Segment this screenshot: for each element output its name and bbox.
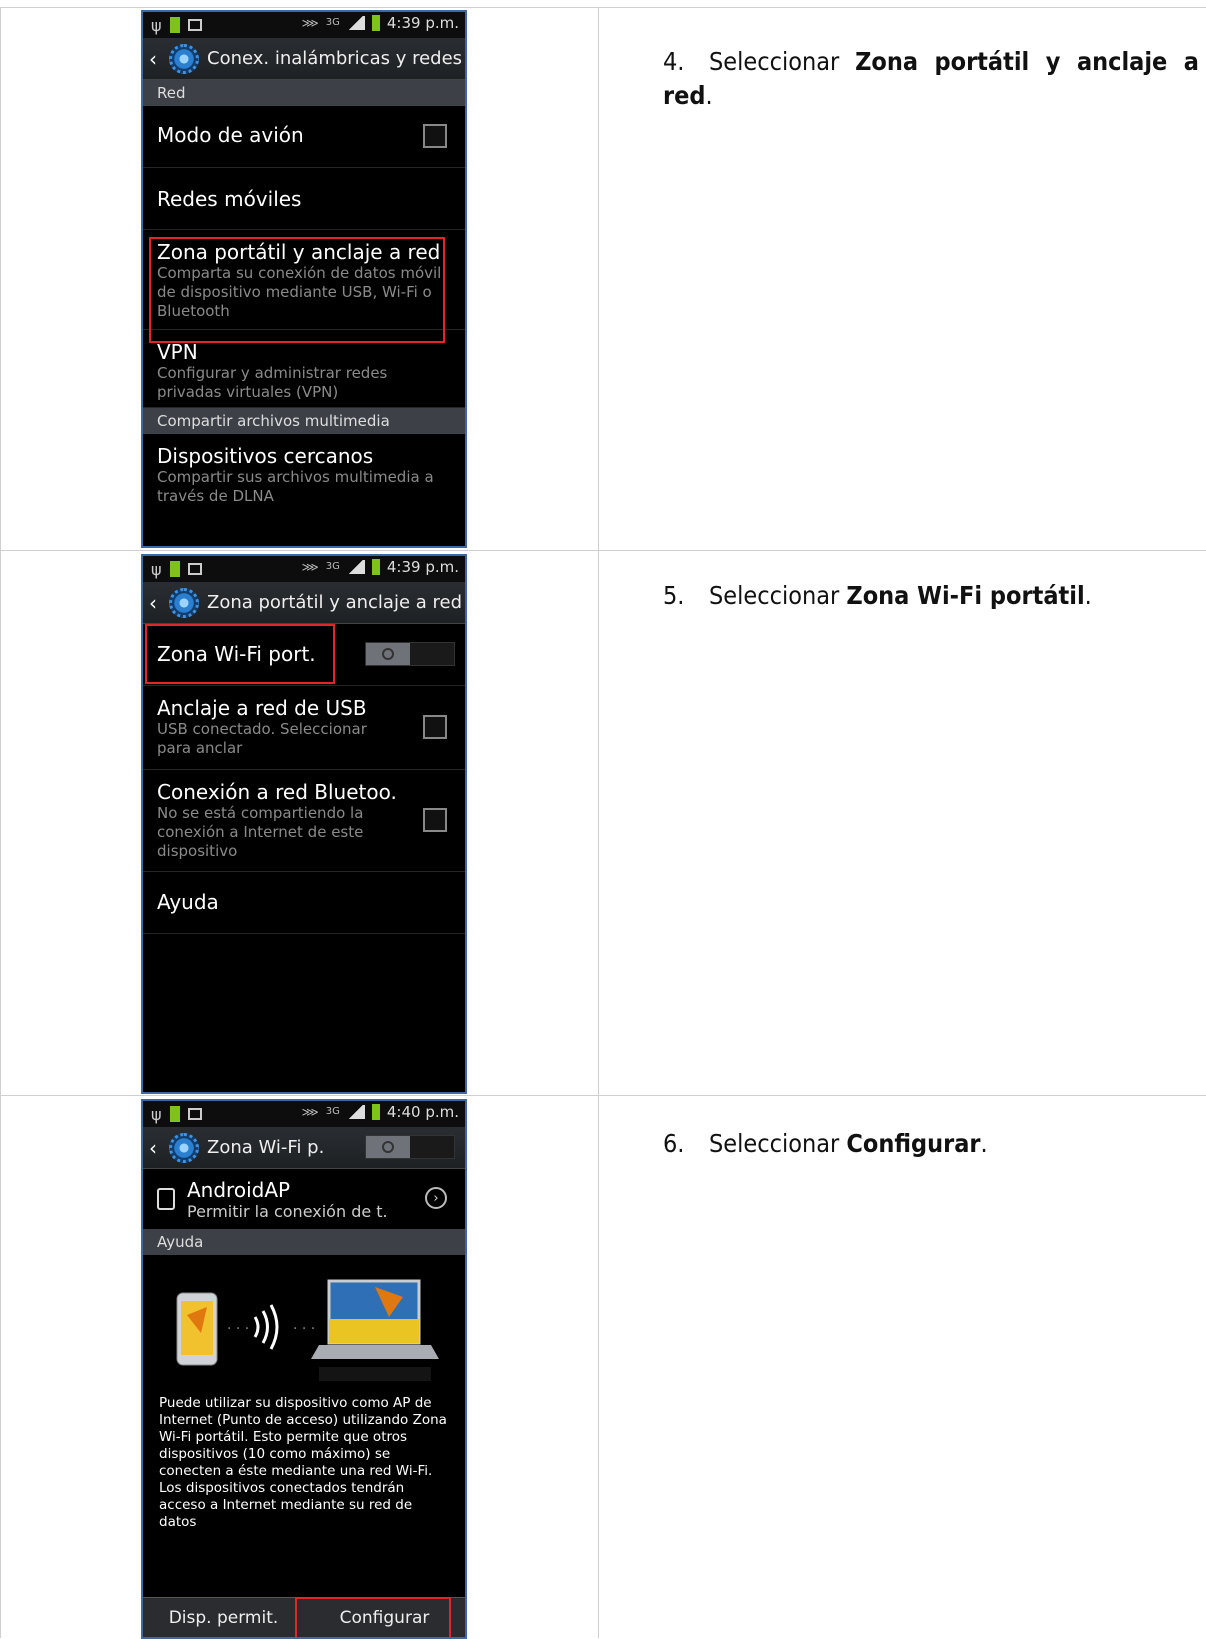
section-header-red: Red [143, 80, 465, 106]
phone-hotspot-icon [157, 1188, 175, 1210]
item-subtitle: Compartir sus archivos multimedia a trav… [157, 468, 434, 505]
bluetooth-tethering-checkbox[interactable] [423, 808, 447, 832]
list-item-androidap[interactable]: AndroidAP Permitir la conexión de t. › [143, 1169, 465, 1229]
usb-icon: ψ [151, 15, 162, 35]
usb-tethering-checkbox[interactable] [423, 715, 447, 739]
screen-title: Conex. inalámbricas y redes [207, 48, 463, 69]
list-item-airplane-mode[interactable]: Modo de avión [143, 106, 465, 168]
battery-icon [371, 15, 380, 31]
list-item-bluetooth-tethering[interactable]: Conexión a red Bluetoo. No se está compa… [143, 770, 465, 872]
back-icon[interactable]: ‹ [149, 1136, 169, 1160]
allowed-devices-button[interactable]: Disp. permit. [143, 1598, 304, 1637]
battery-full-icon [169, 561, 180, 577]
network-type: 3G [325, 561, 340, 572]
screen-share-icon [187, 19, 202, 31]
settings-gear-icon [169, 1132, 199, 1163]
section-header-help: Ayuda [143, 1229, 465, 1255]
back-icon[interactable]: ‹ [149, 591, 169, 615]
table-row: ψ ⋙ 3G 4:39 p.m. ‹ Zona portátil y ancla… [0, 550, 1206, 1095]
signal-icon [346, 16, 365, 30]
table-row: ψ ⋙ 3G 4:40 p.m. ‹ Zona Wi-Fi p. Android [0, 1095, 1206, 1639]
item-subtitle: No se está compartiendo la conexión a In… [157, 804, 364, 860]
battery-icon [371, 559, 380, 575]
item-title: Conexión a red Bluetoo. [157, 780, 397, 804]
item-subtitle: Configurar y administrar redes privadas … [157, 364, 388, 401]
wifi-hotspot-toggle[interactable] [365, 1135, 455, 1159]
item-title: Modo de avión [157, 123, 304, 147]
airplane-mode-checkbox[interactable] [423, 124, 447, 148]
help-description: Puede utilizar su dispositivo como AP de… [159, 1395, 447, 1530]
screen-share-icon [187, 1108, 202, 1120]
step-instruction: 4. Seleccionar Zona portátil y anclaje a … [663, 47, 1199, 110]
battery-full-icon [169, 1106, 180, 1122]
usb-icon: ψ [151, 559, 162, 579]
screen-share-icon [187, 563, 202, 575]
ap-subtitle: Permitir la conexión de t. [187, 1201, 388, 1221]
network-type: 3G [325, 1106, 340, 1117]
ap-name: AndroidAP [187, 1177, 291, 1202]
title-bar: ‹ Zona portátil y anclaje a red [143, 582, 465, 624]
section-header-media: Compartir archivos multimedia [143, 408, 465, 434]
status-bar: ψ ⋙ 3G 4:40 p.m. [143, 1101, 465, 1127]
mute-icon: ⋙ [301, 560, 319, 574]
svg-text:· · ·: · · · [227, 1321, 249, 1337]
usb-icon: ψ [151, 1104, 162, 1124]
item-title: Ayuda [157, 890, 219, 914]
mute-icon: ⋙ [301, 1105, 319, 1119]
highlight-box [149, 237, 445, 343]
list-item-nearby-devices[interactable]: Dispositivos cercanos Compartir sus arch… [143, 434, 465, 524]
highlight-box [295, 1597, 451, 1637]
hotspot-illustration: · · · · · · [143, 1255, 465, 1395]
item-title: VPN [157, 340, 198, 364]
phone-screenshot-hotspot-tethering: ψ ⋙ 3G 4:39 p.m. ‹ Zona portátil y ancla… [141, 554, 467, 1094]
step-instruction: 5. Seleccionar Zona Wi-Fi portátil. [663, 581, 1092, 610]
status-time: 4:40 p.m. [386, 1103, 459, 1121]
svg-text:· · ·: · · · [293, 1321, 315, 1337]
signal-icon [346, 560, 365, 574]
wifi-hotspot-toggle[interactable] [365, 642, 455, 666]
highlight-box [145, 624, 335, 684]
phone-laptop-wifi-illustration: · · · · · · [176, 1279, 439, 1381]
chevron-right-icon[interactable]: › [425, 1187, 447, 1209]
list-item-usb-tethering[interactable]: Anclaje a red de USB USB conectado. Sele… [143, 686, 465, 770]
phone-screenshot-wifi-hotspot: ψ ⋙ 3G 4:40 p.m. ‹ Zona Wi-Fi p. Android [141, 1099, 467, 1639]
title-bar: ‹ Conex. inalámbricas y redes [143, 38, 465, 80]
signal-icon [346, 1105, 365, 1119]
mute-icon: ⋙ [301, 16, 319, 30]
item-title: Dispositivos cercanos [157, 444, 374, 468]
settings-gear-icon [169, 587, 199, 618]
network-type: 3G [325, 17, 340, 28]
settings-gear-icon [169, 43, 199, 74]
screen-title: Zona portátil y anclaje a red [207, 592, 463, 613]
item-subtitle: USB conectado. Seleccionar para anclar [157, 720, 367, 757]
status-bar: ψ ⋙ 3G 4:39 p.m. [143, 556, 465, 582]
battery-icon [371, 1104, 380, 1120]
status-bar: ψ ⋙ 3G 4:39 p.m. [143, 12, 465, 38]
status-time: 4:39 p.m. [386, 558, 459, 576]
status-time: 4:39 p.m. [386, 14, 459, 32]
battery-full-icon [169, 17, 180, 33]
list-item-help[interactable]: Ayuda [143, 872, 465, 934]
instruction-document: ψ ⋙ 3G 4:39 p.m. ‹ Conex. inalámbricas y… [0, 0, 1206, 1639]
back-icon[interactable]: ‹ [149, 47, 169, 71]
item-title: Redes móviles [157, 187, 302, 211]
title-bar: ‹ Zona Wi-Fi p. [143, 1127, 465, 1169]
item-title: Anclaje a red de USB [157, 696, 367, 720]
list-item-mobile-networks[interactable]: Redes móviles [143, 168, 465, 230]
step-instruction: 6. Seleccionar Configurar. [663, 1129, 988, 1158]
phone-screenshot-wireless-settings: ψ ⋙ 3G 4:39 p.m. ‹ Conex. inalámbricas y… [141, 10, 467, 548]
screen-title: Zona Wi-Fi p. [207, 1137, 325, 1158]
table-row: ψ ⋙ 3G 4:39 p.m. ‹ Conex. inalámbricas y… [0, 7, 1206, 550]
